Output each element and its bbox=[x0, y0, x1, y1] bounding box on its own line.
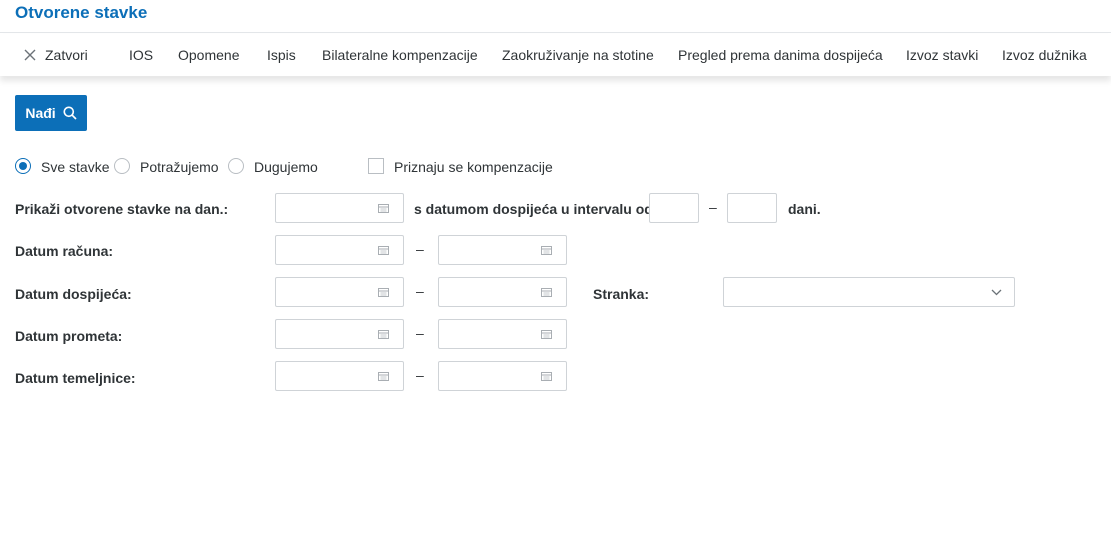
export-debtor-button[interactable]: Izvoz dužnika bbox=[1002, 47, 1087, 63]
print-button[interactable]: Ispis bbox=[267, 47, 296, 63]
calendar-icon bbox=[541, 372, 552, 381]
due-interval-from-field[interactable] bbox=[649, 193, 699, 223]
turnover-date-from-field[interactable] bbox=[275, 319, 404, 349]
calendar-icon bbox=[541, 288, 552, 297]
partner-select[interactable] bbox=[723, 277, 1015, 307]
turnover-date-label: Datum prometa: bbox=[15, 328, 123, 344]
due-interval-label: s datumom dospijeća u intervalu od bbox=[414, 201, 653, 217]
invoice-date-from-field[interactable] bbox=[275, 235, 404, 265]
invoice-date-to-field[interactable] bbox=[438, 235, 567, 265]
show-on-date-label: Prikaži otvorene stavke na dan.: bbox=[15, 201, 229, 217]
dash: – bbox=[416, 325, 424, 341]
calendar-icon bbox=[378, 330, 389, 339]
due-interval-to-field[interactable] bbox=[727, 193, 777, 223]
close-icon bbox=[24, 49, 36, 61]
toolbar: Zatvori IOS Opomene Ispis Bilateralne ko… bbox=[0, 34, 1111, 76]
calendar-icon bbox=[378, 372, 389, 381]
calendar-icon bbox=[541, 330, 552, 339]
turnover-date-to-field[interactable] bbox=[438, 319, 567, 349]
due-date-to-field[interactable] bbox=[438, 277, 567, 307]
chevron-down-icon bbox=[991, 289, 1002, 296]
close-button[interactable]: Zatvori bbox=[24, 47, 88, 63]
reminders-button[interactable]: Opomene bbox=[178, 47, 239, 63]
partner-label: Stranka: bbox=[593, 286, 650, 302]
calendar-icon bbox=[378, 204, 389, 213]
dash: – bbox=[709, 199, 717, 215]
calendar-icon bbox=[378, 288, 389, 297]
journal-date-from-field[interactable] bbox=[275, 361, 404, 391]
title-bar: Otvorene stavke bbox=[0, 0, 1111, 33]
compensation-checkbox[interactable] bbox=[368, 158, 384, 174]
radio-we-claim-label: Potražujemo bbox=[140, 159, 219, 175]
due-date-label: Datum dospijeća: bbox=[15, 286, 132, 302]
find-button[interactable]: Nađi bbox=[15, 95, 87, 131]
dash: – bbox=[416, 241, 424, 257]
rounding-button[interactable]: Zaokruživanje na stotine bbox=[502, 47, 654, 63]
radio-all-items-label: Sve stavke bbox=[41, 159, 110, 175]
radio-we-owe[interactable] bbox=[228, 158, 244, 174]
journal-date-label: Datum temeljnice: bbox=[15, 370, 136, 386]
dash: – bbox=[416, 283, 424, 299]
journal-date-to-field[interactable] bbox=[438, 361, 567, 391]
export-items-button[interactable]: Izvoz stavki bbox=[906, 47, 978, 63]
calendar-icon bbox=[378, 246, 389, 255]
radio-we-owe-label: Dugujemo bbox=[254, 159, 318, 175]
days-label: dani. bbox=[788, 201, 821, 217]
due-date-from-field[interactable] bbox=[275, 277, 404, 307]
calendar-icon bbox=[541, 246, 552, 255]
compensation-checkbox-label: Priznaju se kompenzacije bbox=[394, 159, 553, 175]
dash: – bbox=[416, 367, 424, 383]
radio-all-items[interactable] bbox=[15, 158, 31, 174]
invoice-date-label: Datum računa: bbox=[15, 243, 114, 259]
ios-button[interactable]: IOS bbox=[129, 47, 153, 63]
page-title: Otvorene stavke bbox=[15, 3, 148, 22]
show-on-date-field[interactable] bbox=[275, 193, 404, 223]
close-label: Zatvori bbox=[45, 47, 88, 63]
search-icon bbox=[63, 106, 77, 120]
due-days-overview-button[interactable]: Pregled prema danima dospijeća bbox=[678, 47, 883, 63]
bilateral-compensation-button[interactable]: Bilateralne kompenzacije bbox=[322, 47, 478, 63]
find-button-label: Nađi bbox=[25, 105, 56, 121]
radio-we-claim[interactable] bbox=[114, 158, 130, 174]
